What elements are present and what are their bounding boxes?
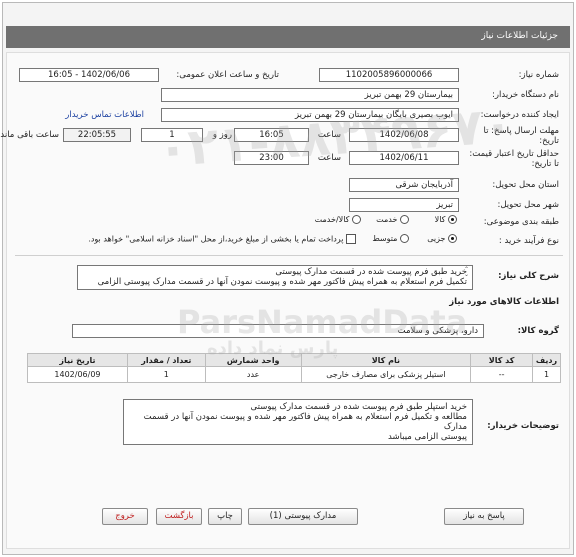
category-option-goods[interactable]: کالا	[435, 215, 457, 224]
treasury-payment-checkbox-row[interactable]: پرداخت تمام یا بخشی از مبلغ خرید،از محل …	[88, 234, 356, 244]
col-index: ردیف	[532, 353, 561, 367]
city-label: شهر محل تحویل:	[497, 200, 559, 210]
purchase-option-medium[interactable]: متوسط	[372, 234, 409, 243]
announce-label: تاریخ و ساعت اعلان عمومی:	[176, 70, 279, 80]
radio-medium-icon[interactable]	[400, 234, 409, 243]
days-field: 1	[141, 128, 203, 142]
details-panel: شماره نیاز: 1102005896000066 تاریخ و ساع…	[0, 52, 570, 549]
checkbox-icon[interactable]	[346, 234, 356, 244]
col-code: کد کالا	[470, 353, 534, 367]
contact-info-link[interactable]: اطلاعات تماس خریدار	[65, 110, 144, 120]
table-row[interactable]: 1 -- استیلر پزشکی برای مصارف خارجی عدد 1…	[27, 366, 561, 383]
announce-field: 1402/06/06 - 16:05	[19, 68, 159, 82]
col-date: تاریخ نیاز	[27, 353, 128, 367]
deadline-label: مهلت ارسال پاسخ: تا تاریخ:	[483, 126, 559, 146]
creator-label: ایجاد کننده درخواست:	[480, 110, 559, 120]
exit-button[interactable]: خروج	[102, 508, 148, 525]
province-label: استان محل تحویل:	[492, 180, 559, 190]
creator-field: ایوب بصیری بایگان بیمارستان 29 بهمن تبری…	[161, 108, 459, 122]
col-name: نام کالا	[300, 353, 472, 367]
buyer-org-label: نام دستگاه خریدار:	[492, 90, 559, 100]
cell-unit: عدد	[204, 366, 302, 383]
radio-service-icon[interactable]	[400, 215, 409, 224]
days-label: روز و	[212, 130, 232, 140]
divider	[15, 255, 563, 256]
col-unit: واحد شمارش	[204, 353, 302, 367]
reply-button[interactable]: پاسخ به نیاز	[444, 508, 524, 525]
goods-table: ردیف کد کالا نام کالا واحد شمارش تعداد /…	[27, 353, 561, 383]
cell-date: 1402/06/09	[27, 366, 128, 383]
cell-index: 1	[532, 366, 561, 383]
remaining-label: ساعت باقی مانده	[0, 130, 59, 140]
category-option-service[interactable]: خدمت	[376, 215, 409, 224]
validity-date-field: 1402/06/11	[349, 151, 459, 165]
attachments-button[interactable]: مدارک پیوستی (1)	[248, 508, 358, 525]
goods-group-field: دارو، پزشکی و سلامت	[72, 324, 484, 338]
summary-textarea[interactable]: خرید طبق فرم پیوست شده در قسمت مدارک پیو…	[77, 265, 473, 290]
summary-label: شرح کلی نیاز:	[498, 271, 559, 281]
validity-time-label: ساعت	[317, 153, 341, 163]
buyer-notes-label: توضیحات خریدار:	[487, 421, 559, 431]
treasury-payment-text: پرداخت تمام یا بخشی از مبلغ خرید،از محل …	[88, 234, 344, 244]
print-button[interactable]: چاپ	[208, 508, 242, 525]
category-option-goods-service[interactable]: کالا/خدمت	[315, 215, 361, 224]
validity-time-field: 23:00	[234, 151, 309, 165]
radio-minor-icon[interactable]	[448, 234, 457, 243]
province-field: آذربایجان شرقی	[349, 178, 459, 192]
cell-name: استیلر پزشکی برای مصارف خارجی	[300, 366, 472, 383]
radio-goods-icon[interactable]	[448, 215, 457, 224]
remaining-time-field: 22:05:55	[63, 128, 131, 142]
goods-section-title: اطلاعات کالاهای مورد نیاز	[449, 297, 559, 307]
purchase-type-label: نوع فرآیند خرید :	[498, 236, 559, 246]
cell-qty: 1	[126, 366, 206, 383]
category-label: طبقه بندی موضوعی:	[483, 217, 559, 227]
need-number-field: 1102005896000066	[319, 68, 459, 82]
buyer-org-field: بیمارستان 29 بهمن تبریز	[161, 88, 459, 102]
col-qty: تعداد / مقدار	[126, 353, 206, 367]
deadline-date-field: 1402/06/08	[349, 128, 459, 142]
goods-group-label: گروه کالا:	[517, 326, 559, 336]
page-title: جزئیات اطلاعات نیاز	[481, 31, 558, 41]
table-header-row: ردیف کد کالا نام کالا واحد شمارش تعداد /…	[27, 353, 561, 367]
city-field: تبریز	[349, 198, 459, 212]
title-bar: جزئیات اطلاعات نیاز	[6, 26, 570, 48]
scroll-arrows-icon[interactable]: ⌃ ⌄	[464, 267, 469, 278]
deadline-time-label: ساعت	[317, 130, 341, 140]
purchase-option-minor[interactable]: جزیی	[427, 234, 457, 243]
back-button[interactable]: بازگشت	[156, 508, 202, 525]
radio-goods-service-icon[interactable]	[352, 215, 361, 224]
deadline-time-field: 16:05	[234, 128, 309, 142]
need-number-label: شماره نیاز:	[518, 70, 559, 80]
cell-code: --	[470, 366, 534, 383]
buyer-notes-box: خرید استپلر طبق فرم پیوست شده در قسمت مد…	[123, 399, 473, 445]
validity-label: حداقل تاریخ اعتبار قیمت: تا تاریخ:	[469, 149, 559, 169]
